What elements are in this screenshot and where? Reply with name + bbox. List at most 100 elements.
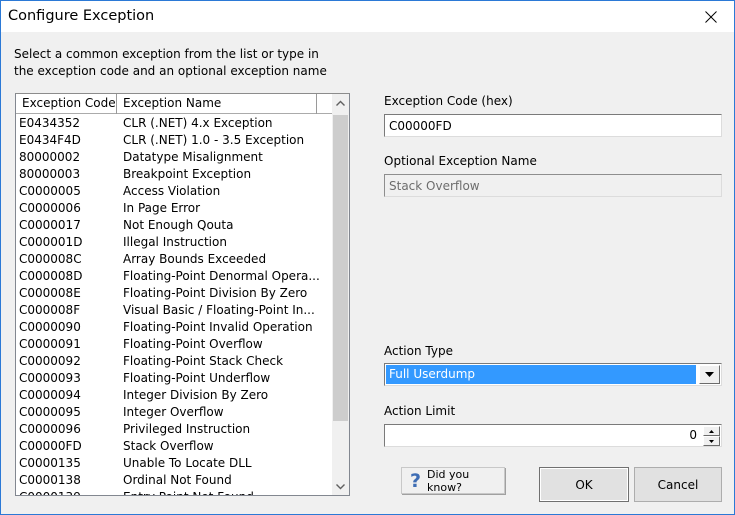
title-bar: Configure Exception bbox=[1, 1, 734, 32]
list-item[interactable]: C0000139Entry Point Not Found bbox=[16, 489, 334, 495]
spin-down-button[interactable] bbox=[703, 436, 720, 446]
list-item[interactable]: C0000094 Integer Division By Zero bbox=[16, 387, 334, 404]
did-you-know-label: Did you know? bbox=[427, 467, 470, 494]
exception-code-cell: C0000093 bbox=[19, 371, 81, 385]
exception-code-cell: C000001D bbox=[19, 235, 83, 249]
list-rows: E0434352 CLR (.NET) 4.x Exception E0434F4D… bbox=[16, 115, 334, 495]
cancel-label: Cancel bbox=[657, 477, 699, 492]
column-header-exception-code[interactable]: Exception Code bbox=[16, 94, 117, 114]
list-item[interactable]: C0000095 Integer Overflow bbox=[16, 404, 334, 421]
scroll-thumb[interactable] bbox=[333, 115, 348, 421]
scroll-down-button[interactable] bbox=[332, 478, 349, 495]
exception-name-input bbox=[384, 174, 722, 197]
exception-name-cell: Ordinal Not Found bbox=[123, 473, 232, 487]
action-limit-value[interactable]: 0 bbox=[689, 427, 697, 444]
list-item[interactable]: C0000005 Access Violation bbox=[16, 183, 334, 200]
exception-name-cell: Unable To Locate DLL bbox=[123, 456, 252, 470]
exception-code-cell: C00000FD bbox=[19, 439, 82, 453]
exception-code-cell: C0000090 bbox=[19, 320, 81, 334]
list-item[interactable]: C0000135 Unable To Locate DLL bbox=[16, 455, 334, 472]
exception-list[interactable]: Exception Code Exception Name E0434352 CL… bbox=[15, 93, 350, 496]
instructions-line-1: Select a common exception from the list … bbox=[14, 47, 319, 61]
exception-name-cell: Integer Overflow bbox=[123, 405, 224, 419]
exception-code-cell: C0000096 bbox=[19, 422, 81, 436]
scroll-up-button[interactable] bbox=[332, 94, 349, 111]
exception-code-cell: C0000094 bbox=[19, 388, 81, 402]
exception-code-cell: 80000003 bbox=[19, 167, 81, 181]
action-limit-label: Action Limit bbox=[384, 404, 456, 418]
vertical-scrollbar[interactable] bbox=[332, 94, 349, 495]
cancel-button[interactable]: Cancel bbox=[634, 467, 722, 502]
list-item[interactable]: 80000003 Breakpoint Exception bbox=[16, 166, 334, 183]
column-header-exception-name[interactable]: Exception Name bbox=[117, 94, 317, 114]
exception-name-cell: Stack Overflow bbox=[123, 439, 214, 453]
exception-code-input[interactable] bbox=[384, 114, 722, 137]
list-item[interactable]: C0000091 Floating-Point Overflow bbox=[16, 336, 334, 353]
exception-name-cell: CLR (.NET) 4.x Exception bbox=[123, 116, 273, 130]
exception-name-label: Optional Exception Name bbox=[384, 154, 537, 168]
list-item[interactable]: C0000017 Not Enough Qouta bbox=[16, 217, 334, 234]
exception-name-cell: Entry Point Not Found bbox=[121, 489, 334, 495]
list-item[interactable]: C000008F Visual Basic / Floating-Point In… bbox=[16, 302, 334, 319]
exception-name-cell: Floating-Point Invalid Operation bbox=[123, 320, 313, 334]
exception-code-cell: C0000135 bbox=[19, 456, 81, 470]
exception-name-cell: In Page Error bbox=[123, 201, 201, 215]
exception-code-cell: C000008C bbox=[19, 252, 82, 266]
exception-code-cell: 80000002 bbox=[19, 150, 81, 164]
list-item[interactable]: C0000092 Floating-Point Stack Check bbox=[16, 353, 334, 370]
configure-exception-dialog: Configure Exception Select a common exce… bbox=[0, 0, 735, 515]
dropdown-arrow-icon bbox=[705, 372, 714, 377]
chevron-up-icon bbox=[336, 100, 345, 106]
list-item[interactable]: 80000002 Datatype Misalignment bbox=[16, 149, 334, 166]
exception-name-cell: Breakpoint Exception bbox=[123, 167, 252, 181]
did-you-know-button[interactable]: ? Did you know? bbox=[401, 467, 505, 494]
list-header: Exception Code Exception Name bbox=[16, 94, 334, 114]
exception-code-cell: C000008E bbox=[19, 286, 81, 300]
exception-code-cell: C0000095 bbox=[19, 405, 81, 419]
list-item[interactable]: E0434F4D CLR (.NET) 1.0 - 3.5 Exception bbox=[16, 132, 334, 149]
chevron-down-icon bbox=[336, 483, 345, 489]
list-item[interactable]: C000001D Illegal Instruction bbox=[16, 234, 334, 251]
exception-name-cell: Floating-Point Overflow bbox=[123, 337, 263, 351]
action-type-dropdown-button[interactable] bbox=[699, 365, 720, 384]
exception-name-cell: Access Violation bbox=[123, 184, 221, 198]
exception-name-cell: Datatype Misalignment bbox=[123, 150, 263, 164]
list-item[interactable]: C000008C Array Bounds Exceeded bbox=[16, 251, 334, 268]
action-type-dropdown[interactable]: Full Userdump bbox=[384, 363, 722, 386]
exception-name-cell: Floating-Point Division By Zero bbox=[123, 286, 308, 300]
list-item[interactable]: C0000090 Floating-Point Invalid Operation bbox=[16, 319, 334, 336]
exception-code-cell: C0000017 bbox=[19, 218, 81, 232]
spin-up-button[interactable] bbox=[703, 426, 720, 436]
exception-name-cell: Illegal Instruction bbox=[123, 235, 227, 249]
ok-label: OK bbox=[575, 477, 593, 492]
list-item[interactable]: C0000006 In Page Error bbox=[16, 200, 334, 217]
exception-name-cell: Visual Basic / Floating-Point In... bbox=[123, 303, 315, 317]
exception-name-cell: CLR (.NET) 1.0 - 3.5 Exception bbox=[123, 133, 305, 147]
exception-code-cell: C000008D bbox=[19, 269, 83, 283]
exception-name-cell: Privileged Instruction bbox=[123, 422, 251, 436]
exception-name-cell: Floating-Point Underflow bbox=[123, 371, 271, 385]
list-item[interactable]: C00000FD Stack Overflow bbox=[16, 438, 334, 455]
exception-code-cell: C0000091 bbox=[19, 337, 81, 351]
list-item[interactable]: C000008D Floating-Point Denormal Opera... bbox=[16, 268, 334, 285]
exception-code-cell: E0434F4D bbox=[19, 133, 81, 147]
exception-name-cell: Floating-Point Denormal Opera... bbox=[123, 269, 320, 283]
list-item[interactable]: C0000138 Ordinal Not Found bbox=[16, 472, 334, 489]
action-type-label: Action Type bbox=[384, 344, 453, 358]
spin-up-arrow-icon bbox=[709, 429, 714, 433]
exception-name-cell: Not Enough Qouta bbox=[123, 218, 234, 232]
exception-code-cell: C0000005 bbox=[19, 184, 81, 198]
exception-name-cell: Array Bounds Exceeded bbox=[123, 252, 267, 266]
list-item[interactable]: C0000096 Privileged Instruction bbox=[16, 421, 334, 438]
list-item[interactable]: C0000093 Floating-Point Underflow bbox=[16, 370, 334, 387]
close-x-icon bbox=[705, 10, 717, 23]
exception-code-cell: C000008F bbox=[19, 303, 81, 317]
exception-code-cell: C0000092 bbox=[19, 354, 81, 368]
exception-code-cell: C0000139 bbox=[16, 489, 121, 495]
list-item[interactable]: E0434352 CLR (.NET) 4.x Exception bbox=[16, 115, 334, 132]
close-button[interactable] bbox=[688, 1, 734, 32]
action-limit-spinner[interactable]: 0 bbox=[384, 424, 722, 447]
help-question-icon: ? bbox=[410, 469, 422, 492]
ok-button[interactable]: OK bbox=[539, 467, 629, 502]
list-item[interactable]: C000008E Floating-Point Division By Zero bbox=[16, 285, 334, 302]
